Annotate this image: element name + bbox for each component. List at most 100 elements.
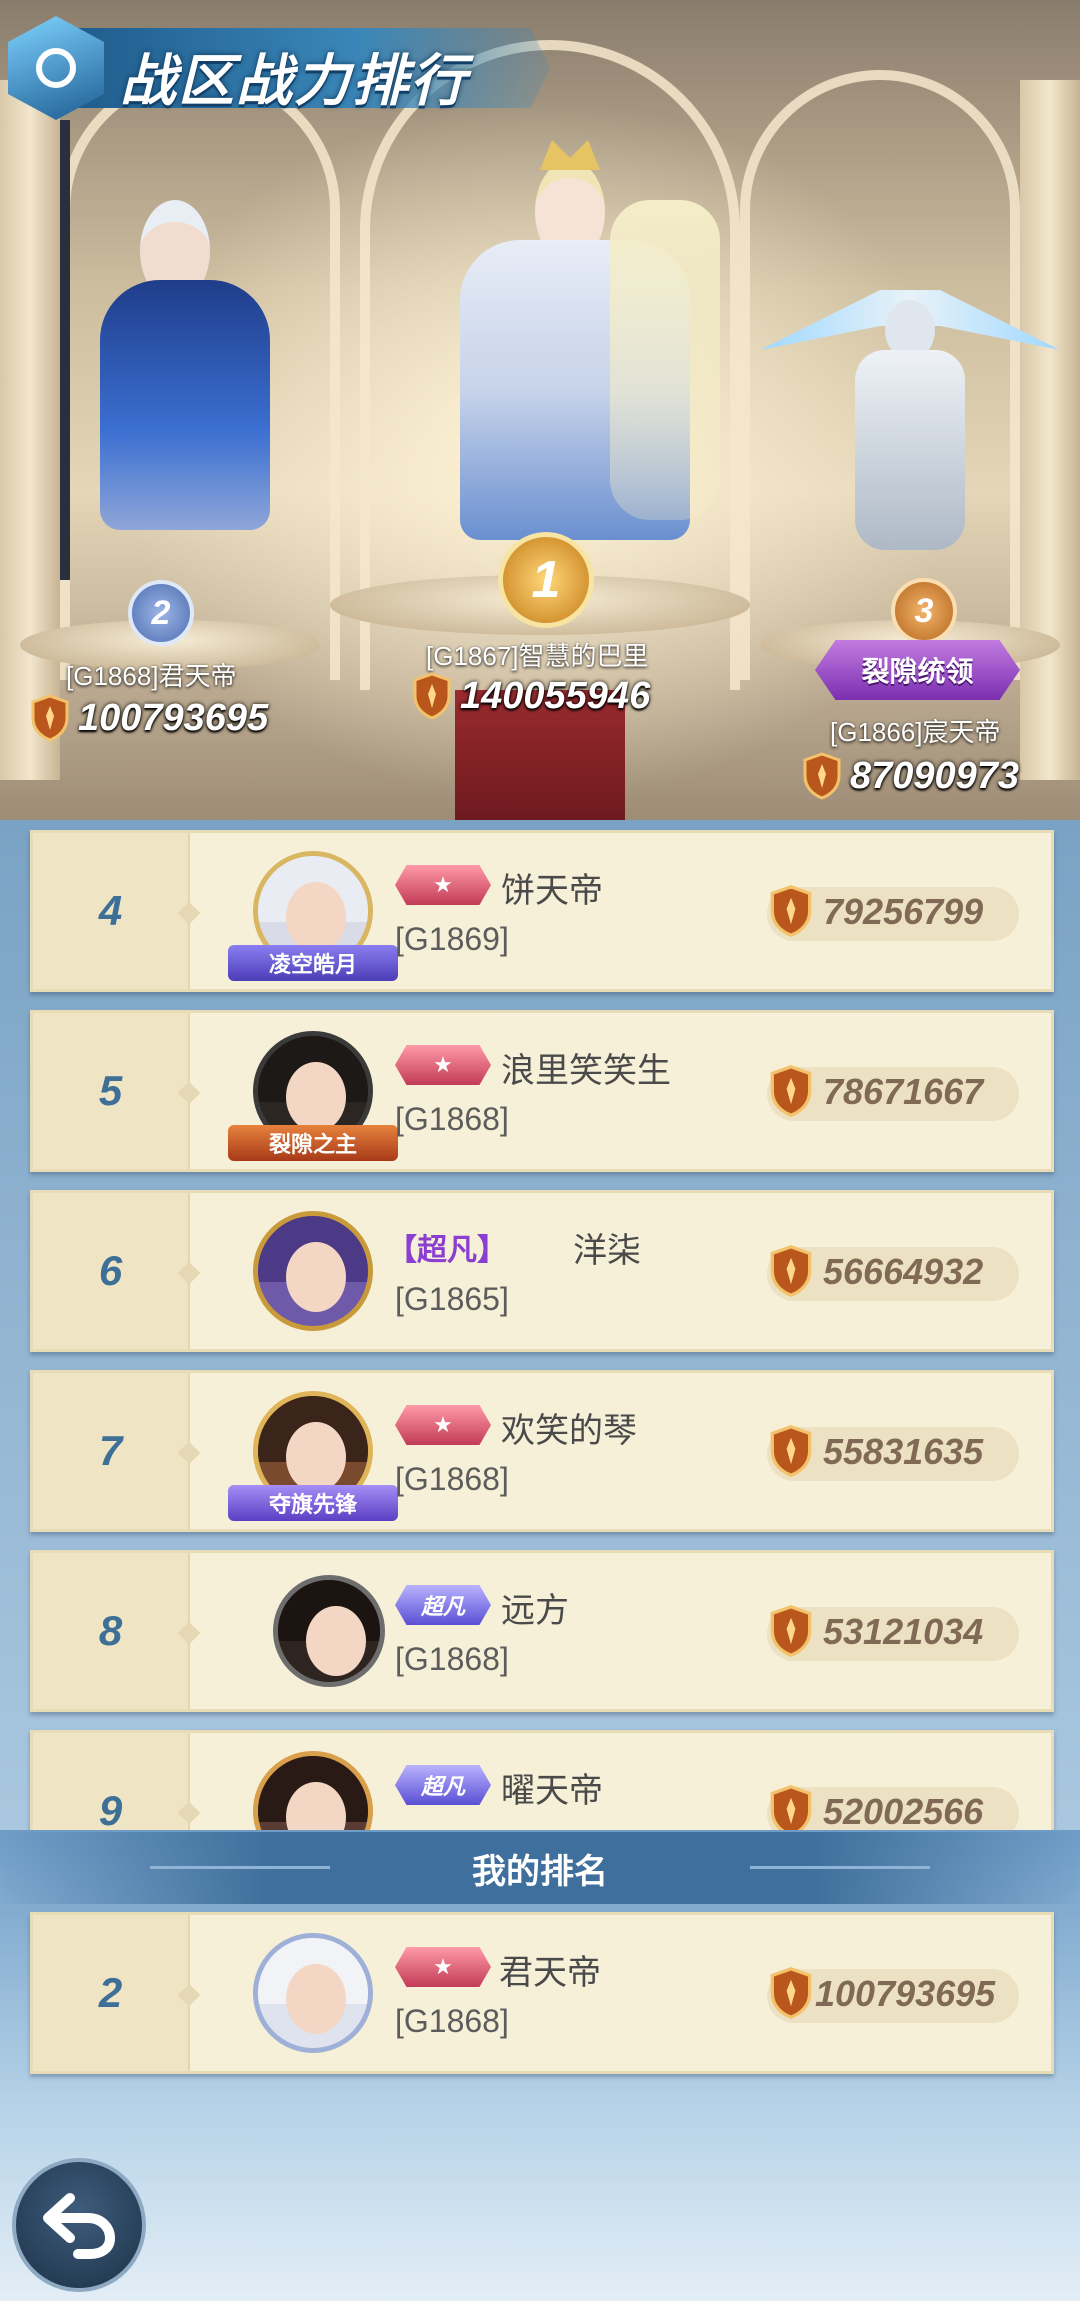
rank-3-medal: 3: [891, 578, 957, 644]
rank-3-name[interactable]: [G1866]宸天帝: [830, 712, 1001, 749]
ranking-row[interactable]: 9 超凡 曜天帝 52002566: [30, 1730, 1054, 1830]
rank-2-name[interactable]: [G1868]君天帝: [66, 656, 237, 693]
avatar[interactable]: [273, 1575, 385, 1687]
character-rank-1[interactable]: [420, 140, 720, 580]
avatar[interactable]: [253, 1751, 373, 1830]
server-id: [G1868]: [395, 1641, 509, 1677]
rank-number: 4: [98, 887, 123, 934]
rank-number: 7: [98, 1427, 123, 1474]
rank-3-power-value: 87090973: [850, 754, 1020, 797]
server-id: [G1869]: [395, 921, 509, 957]
power-value: 78671667: [823, 1071, 984, 1112]
power-shield-icon: [770, 1425, 812, 1477]
rank-2-power-value: 100793695: [78, 696, 269, 739]
power-shield-icon: [770, 1065, 812, 1117]
vip-badge: 超凡: [395, 1585, 491, 1625]
rank-number: 5: [98, 1067, 123, 1114]
avatar-face: [306, 1606, 366, 1676]
power-value: 52002566: [823, 1791, 984, 1830]
server-id: [G1868]: [395, 1461, 509, 1497]
power-value: 56664932: [823, 1251, 984, 1292]
rank-cell: 8: [33, 1553, 190, 1709]
vip-badge: ★: [395, 1045, 491, 1085]
rank-2-medal: 2: [128, 580, 194, 646]
avatar-title-tag: 裂隙之主: [228, 1125, 398, 1161]
power-value: 55831635: [823, 1431, 984, 1472]
rank-cell: 6: [33, 1193, 190, 1349]
my-rank-title: 我的排名: [472, 1852, 608, 1891]
avatar-face: [286, 882, 346, 952]
server-id: [G1868]: [395, 1101, 509, 1137]
avatar-title-tag: 凌空皓月: [228, 945, 398, 981]
avatar[interactable]: [253, 1211, 373, 1331]
avatar-face: [286, 1422, 346, 1492]
server-id: [G1868]: [395, 2003, 509, 2039]
player-name[interactable]: 远方: [501, 1583, 569, 1632]
ranking-row[interactable]: 4 凌空皓月 ★ 饼天帝 [G1869] 79256799: [30, 830, 1054, 992]
rank-3-title-badge: 裂隙统领: [815, 640, 1020, 700]
ranking-row[interactable]: 7 夺旗先锋 ★ 欢笑的琴 [G1868] 55831635: [30, 1370, 1054, 1532]
avatar-face: [286, 1964, 346, 2034]
power-value: 79256799: [823, 891, 984, 932]
staff: [60, 120, 70, 580]
rank-cell: 7: [33, 1373, 190, 1529]
rank-1-power-value: 140055946: [460, 674, 651, 717]
rank-2-number: 2: [151, 593, 171, 632]
rank-number: 9: [98, 1787, 123, 1830]
ranking-row[interactable]: 6 【超凡】 洋柒 [G1865] 56664932: [30, 1190, 1054, 1352]
rank-3-number: 3: [914, 591, 934, 630]
rank-1-power: 140055946: [412, 672, 650, 720]
rank-number: 6: [98, 1247, 123, 1294]
my-rank-row[interactable]: 2 ★ 君天帝 [G1868] 100793695: [30, 1912, 1054, 2074]
avatar-face: [286, 1242, 346, 1312]
podium-area: 2 1 3 [G1868]君天帝 100793695 [G1867]智慧的巴里 …: [0, 0, 1080, 820]
back-arrow-icon: [43, 2193, 116, 2259]
server-id: [G1865]: [395, 1281, 509, 1317]
vip-badge: ★: [395, 1405, 491, 1445]
vip-badge: 超凡: [395, 1765, 491, 1805]
page-title: 战区战力排行: [120, 49, 468, 112]
rank-cell: 2: [33, 1915, 190, 2071]
power-shield-icon: [770, 1605, 812, 1657]
my-rank-header: 我的排名: [0, 1832, 1080, 1904]
back-button[interactable]: [12, 2158, 146, 2292]
avatar-title-tag: 夺旗先锋: [228, 1485, 398, 1521]
avatar-face: [286, 1062, 346, 1132]
rank-1-name[interactable]: [G1867]智慧的巴里: [426, 636, 649, 673]
hair: [610, 200, 720, 520]
pillar: [0, 80, 60, 780]
rank-cell: 5: [33, 1013, 190, 1169]
ranking-list[interactable]: 4 凌空皓月 ★ 饼天帝 [G1869] 79256799 5 裂隙之主 ★ 浪…: [0, 820, 1080, 1830]
character-rank-3[interactable]: [760, 240, 1060, 570]
rank-number: 8: [98, 1607, 123, 1654]
rank-cell: 9: [33, 1733, 190, 1830]
vip-badge: ★: [395, 1947, 491, 1987]
ranking-row[interactable]: 5 裂隙之主 ★ 浪里笑笑生 [G1868] 78671667: [30, 1010, 1054, 1172]
rank-1-medal: 1: [498, 532, 594, 628]
power-value: 53121034: [823, 1611, 984, 1652]
rank-2-power: 100793695: [30, 694, 268, 742]
character-rank-2[interactable]: [60, 120, 320, 580]
power-shield-icon: [413, 672, 451, 720]
power-shield-icon: [770, 885, 812, 937]
rank-cell: 4: [33, 833, 190, 989]
power-value: 100793695: [815, 1973, 996, 2014]
player-name[interactable]: 洋柒: [573, 1223, 641, 1272]
player-name[interactable]: 饼天帝: [501, 863, 603, 912]
rank-number: 2: [98, 1969, 123, 2016]
rank-1-number: 1: [531, 551, 561, 609]
page-title-banner: 战区战力排行: [0, 10, 580, 120]
player-name[interactable]: 欢笑的琴: [501, 1403, 637, 1452]
vip-badge: ★: [395, 865, 491, 905]
player-name[interactable]: 曜天帝: [501, 1763, 603, 1812]
rank-3-power: 87090973: [802, 752, 1019, 800]
power-shield-icon: [803, 752, 841, 800]
player-name[interactable]: 浪里笑笑生: [501, 1043, 671, 1092]
avatar[interactable]: [253, 1933, 373, 2053]
power-shield-icon: [770, 1967, 812, 2019]
header-decoration: [150, 1866, 330, 1869]
ranking-row[interactable]: 8 超凡 远方 [G1868] 53121034: [30, 1550, 1054, 1712]
vip-badge: 【超凡】: [387, 1234, 507, 1267]
power-shield-icon: [770, 1785, 812, 1830]
player-name[interactable]: 君天帝: [499, 1945, 601, 1994]
